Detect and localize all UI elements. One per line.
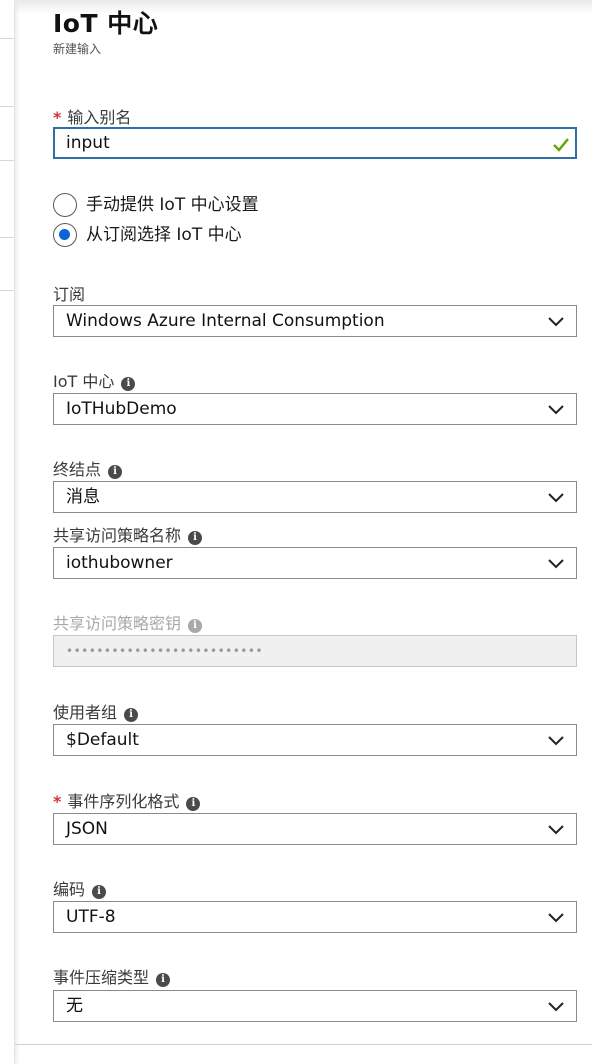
chevron-down-icon bbox=[548, 317, 564, 327]
radio-manual-settings[interactable]: 手动提供 IoT 中心设置 bbox=[53, 190, 259, 217]
chevron-down-icon bbox=[548, 736, 564, 746]
encoding-label: 编码 i bbox=[53, 876, 107, 900]
compression-dropdown[interactable]: 无 bbox=[53, 990, 577, 1022]
consumer-group-label: 使用者组 i bbox=[53, 699, 139, 723]
radio-label: 从订阅选择 IoT 中心 bbox=[86, 225, 242, 245]
policy-key-label: 共享访问策略密钥 i bbox=[53, 610, 203, 634]
chevron-down-icon bbox=[548, 1002, 564, 1012]
alias-input[interactable]: input bbox=[53, 127, 577, 159]
policy-name-dropdown[interactable]: iothubowner bbox=[53, 547, 577, 579]
alias-input-value: input bbox=[66, 133, 110, 153]
radio-button[interactable] bbox=[53, 193, 77, 217]
info-icon: i bbox=[188, 619, 203, 633]
policy-name-value: iothubowner bbox=[66, 553, 173, 573]
iot-hub-dropdown[interactable]: IoTHubDemo bbox=[53, 393, 577, 425]
subscription-label: 订阅 bbox=[53, 285, 86, 304]
background-blade-edge bbox=[0, 0, 15, 1064]
serialization-value: JSON bbox=[66, 819, 108, 839]
page-title: IoT 中心 bbox=[53, 9, 159, 38]
compression-value: 无 bbox=[66, 996, 83, 1016]
page-subtitle: 新建输入 bbox=[53, 42, 102, 56]
info-icon[interactable]: i bbox=[186, 797, 201, 811]
compression-label: 事件压缩类型 i bbox=[53, 964, 171, 988]
endpoint-value: 消息 bbox=[66, 487, 100, 507]
encoding-dropdown[interactable]: UTF-8 bbox=[53, 901, 577, 933]
radio-label: 手动提供 IoT 中心设置 bbox=[86, 195, 259, 215]
radio-button-selected[interactable] bbox=[53, 223, 77, 247]
info-icon[interactable]: i bbox=[156, 973, 171, 987]
encoding-value: UTF-8 bbox=[66, 907, 116, 927]
endpoint-dropdown[interactable]: 消息 bbox=[53, 481, 577, 513]
info-icon[interactable]: i bbox=[124, 708, 139, 722]
subscription-value: Windows Azure Internal Consumption bbox=[66, 311, 385, 331]
chevron-down-icon bbox=[548, 559, 564, 569]
chevron-down-icon bbox=[548, 405, 564, 415]
iot-hub-value: IoTHubDemo bbox=[66, 399, 177, 419]
required-mark: * bbox=[53, 108, 62, 127]
serialization-dropdown[interactable]: JSON bbox=[53, 813, 577, 845]
checkmark-icon bbox=[553, 138, 569, 152]
chevron-down-icon bbox=[548, 913, 564, 923]
required-mark: * bbox=[53, 792, 62, 811]
footer-divider bbox=[15, 1044, 592, 1045]
iot-hub-label: IoT 中心 i bbox=[53, 368, 136, 392]
consumer-group-dropdown[interactable]: $Default bbox=[53, 724, 577, 756]
consumer-group-value: $Default bbox=[66, 730, 139, 750]
chevron-down-icon bbox=[548, 825, 564, 835]
policy-key-value: •••••••••••••••••••••••••• bbox=[66, 644, 264, 658]
radio-select-from-subscription[interactable]: 从订阅选择 IoT 中心 bbox=[53, 220, 242, 247]
info-icon[interactable]: i bbox=[188, 531, 203, 545]
policy-key-field: •••••••••••••••••••••••••• bbox=[53, 635, 577, 667]
policy-name-label: 共享访问策略名称 i bbox=[53, 522, 203, 546]
info-icon[interactable]: i bbox=[121, 377, 136, 391]
subscription-dropdown[interactable]: Windows Azure Internal Consumption bbox=[53, 305, 577, 337]
info-icon[interactable]: i bbox=[108, 465, 123, 479]
endpoint-label: 终结点 i bbox=[53, 456, 123, 480]
info-icon[interactable]: i bbox=[92, 885, 107, 899]
chevron-down-icon bbox=[548, 493, 564, 503]
serialization-label: * 事件序列化格式 i bbox=[53, 788, 201, 812]
alias-label: * 输入别名 bbox=[53, 108, 132, 127]
